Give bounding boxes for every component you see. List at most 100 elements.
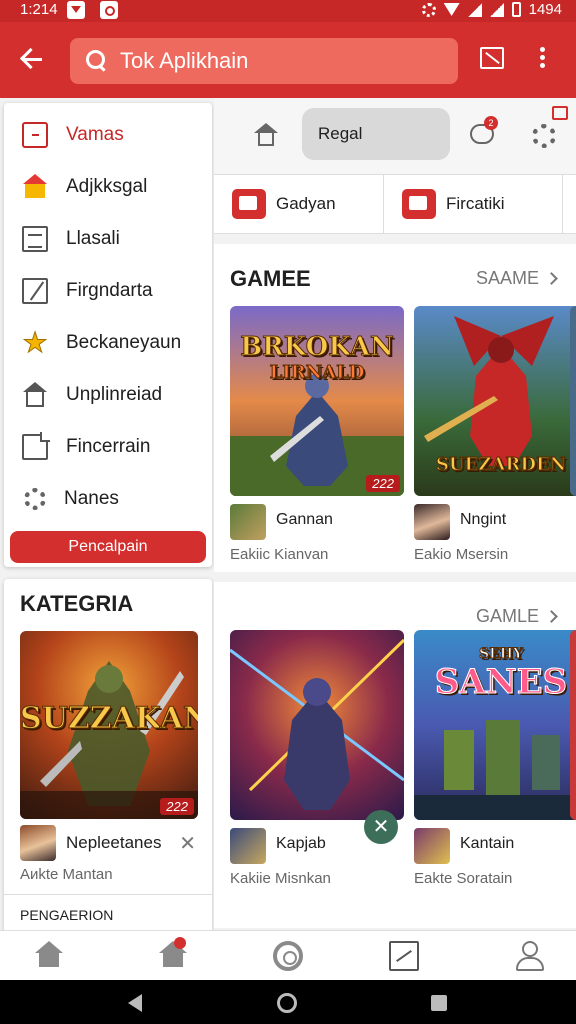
chat-icon[interactable]: 2 <box>470 116 498 144</box>
tab-bar: Gadyan Fircatiki <box>214 174 576 234</box>
settings-status-icon <box>421 2 436 17</box>
edit-icon <box>22 278 48 304</box>
drawer-item-firgndarta[interactable]: Firgndarta <box>4 267 212 315</box>
drawer-item-label: Beckaneyaun <box>66 332 182 353</box>
drawer-item-unplinreiad[interactable]: Unplinreiad <box>4 371 212 419</box>
status-bar: 1:214 1494 <box>0 0 576 22</box>
search-icon <box>86 50 108 72</box>
category-footer-label: PENGAERION <box>20 907 114 923</box>
game-art-title: BRKOKAN <box>240 332 395 363</box>
gear-icon <box>24 488 46 510</box>
category-art-title: SUZZAKAN <box>20 701 198 737</box>
section-title: GAMEE <box>230 266 311 291</box>
tab-label: Gadyan <box>276 194 336 213</box>
drawer-item-beckaneyaun[interactable]: ★ Beckaneyaun <box>4 319 212 367</box>
account-icon[interactable] <box>514 941 544 971</box>
notification-badge <box>174 937 186 949</box>
search-bar[interactable] <box>70 38 458 84</box>
battery-text: 1494 <box>528 1 562 18</box>
house-icon <box>22 174 48 200</box>
bottom-navigation <box>0 930 576 980</box>
drawer-item-vamas[interactable]: Vamas <box>4 111 212 159</box>
drawer-item-label: Firgndarta <box>66 280 153 301</box>
mail-icon <box>232 189 266 219</box>
drawer-item-label: Adjkksgal <box>66 176 148 197</box>
divider <box>4 894 212 895</box>
flag-icon[interactable] <box>552 106 568 120</box>
drawer-item-label: Vamas <box>66 124 124 145</box>
cast-icon[interactable] <box>480 47 504 69</box>
game-name: Nngint <box>460 511 507 528</box>
game-name: Gannan <box>276 511 333 528</box>
drawer-item-fincerrain[interactable]: Fincerrain <box>4 423 212 471</box>
game-developer: Eakio Msersin <box>414 546 509 563</box>
game-art-title: SANES <box>434 662 568 703</box>
app-notification-icon <box>100 1 118 19</box>
battle-artwork <box>230 638 404 810</box>
chart-icon[interactable] <box>389 941 419 971</box>
wifi-icon <box>443 3 460 16</box>
store-icon[interactable] <box>158 937 188 971</box>
close-icon[interactable]: ✕ <box>179 831 196 856</box>
app-screen: 1:214 1494 Vamas Adjkksgal <box>0 0 576 1024</box>
game-art: SEHY SANES <box>414 630 576 820</box>
tab-gadyan[interactable]: Gadyan <box>214 175 383 233</box>
avatar <box>414 504 450 540</box>
status-time: 1:214 <box>20 1 58 18</box>
drawer-item-label: Nanes <box>64 488 119 509</box>
signal-icon <box>467 2 482 17</box>
game-art <box>230 630 404 820</box>
divider <box>562 175 563 233</box>
drawer-item-adjkksgal[interactable]: Adjkksgal <box>4 163 212 211</box>
search-input[interactable] <box>120 48 420 74</box>
more-vert-icon[interactable] <box>536 44 548 74</box>
system-home-icon[interactable] <box>277 993 297 1013</box>
game-developer: Kakiie Misnkan <box>230 870 331 887</box>
filter-chip[interactable]: Regal <box>302 108 450 160</box>
clipboard-icon <box>22 122 48 148</box>
youtube-notification-icon <box>67 1 85 19</box>
see-all-link[interactable]: SAAME <box>475 268 558 289</box>
system-recents-icon[interactable] <box>431 995 447 1011</box>
game-art <box>570 630 576 820</box>
drawer-item-label: Unplinreiad <box>66 384 163 405</box>
system-back-icon[interactable] <box>128 994 142 1012</box>
document-icon <box>22 432 50 460</box>
games-section: GAMLE Kapjab Kakiie Misnkan ✕ SEHY SANES… <box>214 582 576 928</box>
game-art: BRKOKAN LIRNALD 222 <box>230 306 404 496</box>
navigation-drawer: Vamas Adjkksgal Llasali Firgndarta ★ Bec… <box>4 103 212 567</box>
tab-fircatiki[interactable]: Fircatiki <box>384 175 562 233</box>
drawer-action-button[interactable]: Pencalpain <box>10 531 206 563</box>
price-badge: 222 <box>160 798 194 815</box>
drawer-item-nanes[interactable]: Nanes <box>4 475 212 523</box>
price-badge: 222 <box>366 475 400 492</box>
close-icon[interactable]: ✕ <box>364 810 398 844</box>
see-all-link[interactable]: GAMLE <box>476 606 558 627</box>
app-bar <box>0 22 576 98</box>
drawer-item-label: Llasali <box>66 228 120 249</box>
main-panel: Regal 2 Gadyan Fircatiki GAMEE SAAME BRK… <box>214 98 576 930</box>
home-outline-icon <box>22 382 48 408</box>
category-list-item[interactable]: Nepleetanes ✕ <box>20 825 200 865</box>
status-icons: 1494 <box>421 1 562 18</box>
avatar <box>20 825 56 861</box>
game-art <box>570 306 576 496</box>
game-art-subtitle: SEHY <box>478 646 523 663</box>
tab-label: Fircatiki <box>446 194 505 213</box>
refresh-icon[interactable] <box>273 941 303 971</box>
category-title: KATEGRIA <box>20 591 134 616</box>
category-card: KATEGRIA SUZZAKAN 222 Nepleetanes ✕ Aиkt… <box>4 579 212 939</box>
home-icon[interactable] <box>254 123 278 147</box>
avatar <box>414 828 450 864</box>
category-game-art[interactable]: SUZZAKAN 222 <box>20 631 198 819</box>
back-arrow-icon[interactable] <box>18 44 48 74</box>
see-all-label: SAAME <box>475 268 539 288</box>
battery-icon <box>511 2 521 17</box>
home-icon[interactable] <box>34 941 64 971</box>
game-art: SUEZARDEN <box>414 306 576 496</box>
star-icon: ★ <box>22 327 48 358</box>
chevron-right-icon <box>545 272 558 285</box>
settings-icon[interactable] <box>532 124 556 148</box>
drawer-item-llasali[interactable]: Llasali <box>4 215 212 263</box>
category-item-name: Nepleetanes <box>66 833 162 852</box>
